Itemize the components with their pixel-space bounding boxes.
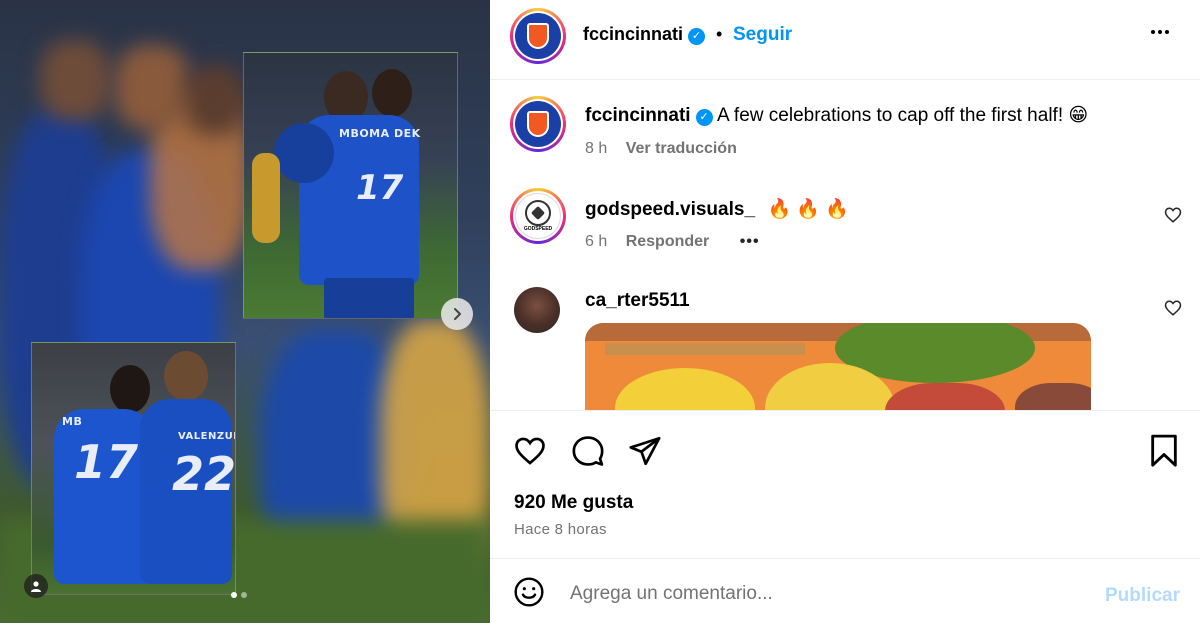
share-button[interactable] xyxy=(627,433,663,469)
comment-username[interactable]: ca_rter5511 xyxy=(585,290,690,311)
account-avatar[interactable] xyxy=(510,8,566,64)
jersey-name: VALENZUELA xyxy=(178,431,235,442)
comment-bubble-icon xyxy=(572,436,604,466)
background-head xyxy=(185,65,245,135)
player-shorts xyxy=(324,278,414,318)
post-media[interactable]: MBOMA DEK 17 MB VALENZUELA 17 22 xyxy=(0,0,490,623)
send-paper-plane-icon xyxy=(629,436,661,466)
carousel-indicators xyxy=(231,592,247,598)
gif-character xyxy=(615,368,755,410)
jersey-number: 22 xyxy=(172,447,236,501)
heart-icon xyxy=(515,437,545,465)
comment-avatar[interactable]: GODSPEED xyxy=(510,188,566,244)
verified-badge-icon: ✓ xyxy=(695,109,713,126)
comment-text: 🔥 🔥 🔥 xyxy=(767,199,849,220)
comment-meta: 6 h Responder ••• xyxy=(585,233,760,251)
like-comment-heart-icon[interactable] xyxy=(1164,299,1182,317)
background-head xyxy=(115,45,190,130)
comment-gif[interactable] xyxy=(585,323,1091,410)
player-head xyxy=(372,69,412,117)
separator-dot: • xyxy=(716,24,723,44)
inset-photo-hug: MBOMA DEK 17 xyxy=(243,52,458,319)
reply-link[interactable]: Responder xyxy=(626,233,710,250)
account-username-text[interactable]: fccincinnati xyxy=(583,24,683,44)
comment-input[interactable] xyxy=(570,583,1050,605)
post-actions: 920 Me gusta Hace 8 horas xyxy=(490,410,1200,558)
like-button[interactable] xyxy=(512,433,548,469)
save-button[interactable] xyxy=(1146,433,1182,469)
publish-button[interactable]: Publicar xyxy=(1105,585,1180,607)
background-head xyxy=(40,40,110,120)
soccer-ball-icon xyxy=(525,200,551,226)
bookmark-icon xyxy=(1151,434,1177,467)
caption-username[interactable]: fccincinnati xyxy=(585,105,691,126)
comment-username[interactable]: godspeed.visuals_ xyxy=(585,199,755,220)
inset-photo-embrace: MB VALENZUELA 17 22 xyxy=(31,342,236,595)
caption-avatar[interactable] xyxy=(510,96,566,152)
emoji-button[interactable] xyxy=(512,575,546,609)
comments-list[interactable]: fccincinnati ✓ A few celebrations to cap … xyxy=(490,80,1200,410)
jersey-name: MB xyxy=(62,415,83,428)
jersey-number: 17 xyxy=(356,168,404,208)
caption-text: A few celebrations to cap off the first … xyxy=(717,105,1089,126)
verified-badge-icon: ✓ xyxy=(688,28,706,45)
post-panel: fccincinnati ✓ • Seguir fccincinnati ✓ A f… xyxy=(490,0,1200,623)
post-timestamp[interactable]: Hace 8 horas xyxy=(514,521,607,538)
chevron-right-icon xyxy=(454,308,461,320)
carousel-dot xyxy=(241,592,247,598)
like-comment-heart-icon[interactable] xyxy=(1164,206,1182,224)
follow-button[interactable]: Seguir xyxy=(733,24,792,46)
fc-cincinnati-logo xyxy=(527,111,549,137)
comment-age[interactable]: 6 h xyxy=(585,233,607,250)
post-header: fccincinnati ✓ • Seguir xyxy=(490,0,1200,80)
caption-meta: 8 h Ver traducción xyxy=(585,140,737,158)
player-head xyxy=(110,365,150,413)
comment-composer: Publicar xyxy=(490,558,1200,623)
gif-background xyxy=(605,343,805,355)
player-head xyxy=(164,351,208,401)
comment-avatar[interactable] xyxy=(514,287,560,333)
fc-cincinnati-logo xyxy=(527,23,549,49)
translate-link[interactable]: Ver traducción xyxy=(626,140,737,157)
comment-button[interactable] xyxy=(570,433,606,469)
carousel-dot xyxy=(231,592,237,598)
avatar-label: GODSPEED xyxy=(523,226,553,232)
player-arm xyxy=(274,123,334,183)
jersey-number: 17 xyxy=(74,435,139,489)
more-horizontal-icon xyxy=(1151,30,1169,34)
like-count[interactable]: 920 Me gusta xyxy=(514,492,633,514)
smiley-icon xyxy=(514,577,544,607)
comment-item: ca_rter5511 xyxy=(585,290,690,312)
background-player xyxy=(252,153,280,243)
user-icon xyxy=(31,581,41,592)
caption: fccincinnati ✓ A few celebrations to cap … xyxy=(585,104,1088,127)
carousel-next-button[interactable] xyxy=(441,298,473,330)
gif-character xyxy=(1015,383,1091,410)
jersey-name: MBOMA DEK xyxy=(339,127,421,140)
comment-more-button[interactable]: ••• xyxy=(740,233,760,250)
more-options-button[interactable] xyxy=(1148,20,1172,50)
tagged-users-button[interactable] xyxy=(24,574,48,598)
comment-item: godspeed.visuals_ 🔥 🔥 🔥 xyxy=(585,197,849,221)
caption-age[interactable]: 8 h xyxy=(585,140,607,157)
account-username[interactable]: fccincinnati ✓ xyxy=(583,24,706,45)
gif-character xyxy=(885,383,1005,410)
